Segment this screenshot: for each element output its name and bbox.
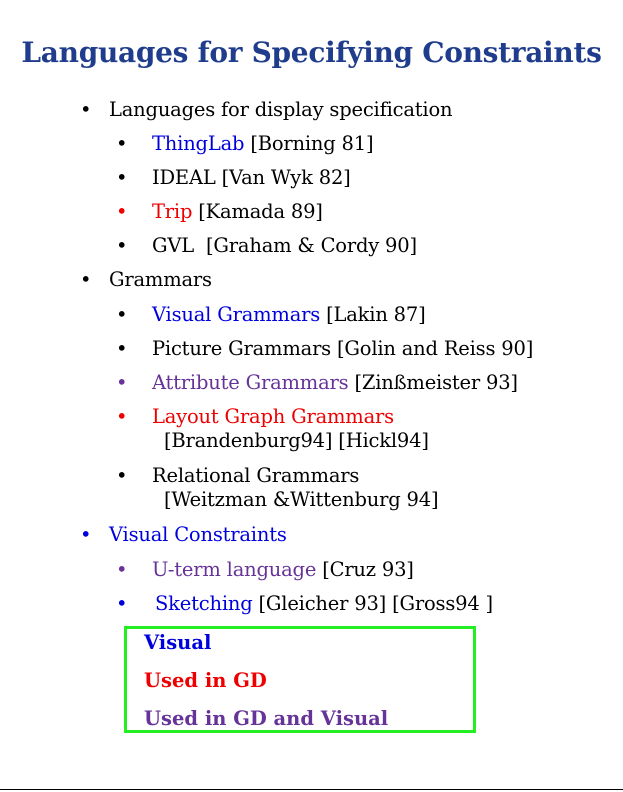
section-grammars: • Grammars: [80, 268, 380, 292]
bullet: •: [116, 371, 128, 394]
section-display-specification: • Languages for display specification: [80, 98, 500, 122]
list-item-attribute-grammars: • Attribute Grammars [Zinßmeister 93]: [116, 371, 546, 395]
item-name: Picture Grammars: [152, 337, 331, 360]
bullet: •: [116, 200, 128, 223]
item-reference: [Golin and Reiss 90]: [337, 337, 534, 360]
legend-visual: Visual: [144, 631, 212, 654]
item-reference: [Cruz 93]: [322, 558, 414, 581]
section-label: Grammars: [109, 268, 212, 291]
legend-used-in-gd: Used in GD: [144, 669, 267, 692]
bullet: •: [116, 132, 128, 155]
list-item-u-term-language: • U-term language [Cruz 93]: [116, 558, 446, 582]
legend-used-in-gd-and-visual: Used in GD and Visual: [144, 707, 389, 730]
section-label: Visual Constraints: [109, 523, 287, 546]
bullet: •: [80, 98, 92, 121]
bullet: •: [116, 464, 128, 487]
item-name: Sketching: [155, 592, 253, 615]
item-name: Attribute Grammars: [152, 371, 349, 394]
item-name: Visual Grammars: [152, 303, 321, 326]
footer-divider: [0, 789, 623, 790]
item-reference: [Gleicher 93] [Gross94 ]: [258, 592, 494, 615]
page-title: Languages for Specifying Constraints: [21, 36, 602, 69]
bullet: •: [116, 337, 128, 360]
item-reference: [Lakin 87]: [326, 303, 426, 326]
bullet: •: [80, 523, 92, 546]
bullet: •: [116, 592, 128, 615]
list-item-ideal: • IDEAL [Van Wyk 82]: [116, 166, 416, 190]
section-label: Languages for display specification: [109, 98, 453, 121]
list-item-picture-grammars: • Picture Grammars [Golin and Reiss 90]: [116, 337, 546, 361]
item-name: U-term language: [152, 558, 317, 581]
list-item-gvl: • GVL [Graham & Cordy 90]: [116, 234, 446, 258]
item-reference: [Borning 81]: [250, 132, 374, 155]
list-item-thinglab: • ThingLab [Borning 81]: [116, 132, 416, 156]
list-item-trip: • Trip [Kamada 89]: [116, 200, 416, 224]
item-name: GVL: [152, 234, 195, 257]
list-item-relational-grammars: • Relational Grammars: [116, 464, 446, 488]
list-item-visual-grammars: • Visual Grammars [Lakin 87]: [116, 303, 446, 327]
list-item-layout-graph-grammars: • Layout Graph Grammars: [116, 405, 446, 429]
bullet: •: [116, 303, 128, 326]
list-item-sketching: • Sketching [Gleicher 93] [Gross94 ]: [116, 592, 516, 616]
item-name: Layout Graph Grammars: [152, 405, 394, 428]
bullet: •: [116, 234, 128, 257]
item-name: ThingLab: [152, 132, 245, 155]
item-name: IDEAL: [152, 166, 216, 189]
item-reference: [Graham & Cordy 90]: [206, 234, 417, 257]
bullet: •: [116, 166, 128, 189]
item-name: Relational Grammars: [152, 464, 360, 487]
item-reference: [Kamada 89]: [198, 200, 323, 223]
section-visual-constraints: • Visual Constraints: [80, 523, 380, 547]
item-reference: [Weitzman &Wittenburg 94]: [164, 488, 439, 511]
item-reference: [Van Wyk 82]: [221, 166, 351, 189]
bullet: •: [116, 405, 128, 428]
item-name: Trip: [152, 200, 193, 223]
item-reference: [Brandenburg94] [Hickl94]: [164, 429, 429, 452]
color-legend: Visual Used in GD Used in GD and Visual: [124, 626, 476, 733]
bullet: •: [116, 558, 128, 581]
item-reference: [Zinßmeister 93]: [354, 371, 518, 394]
bullet: •: [80, 268, 92, 291]
